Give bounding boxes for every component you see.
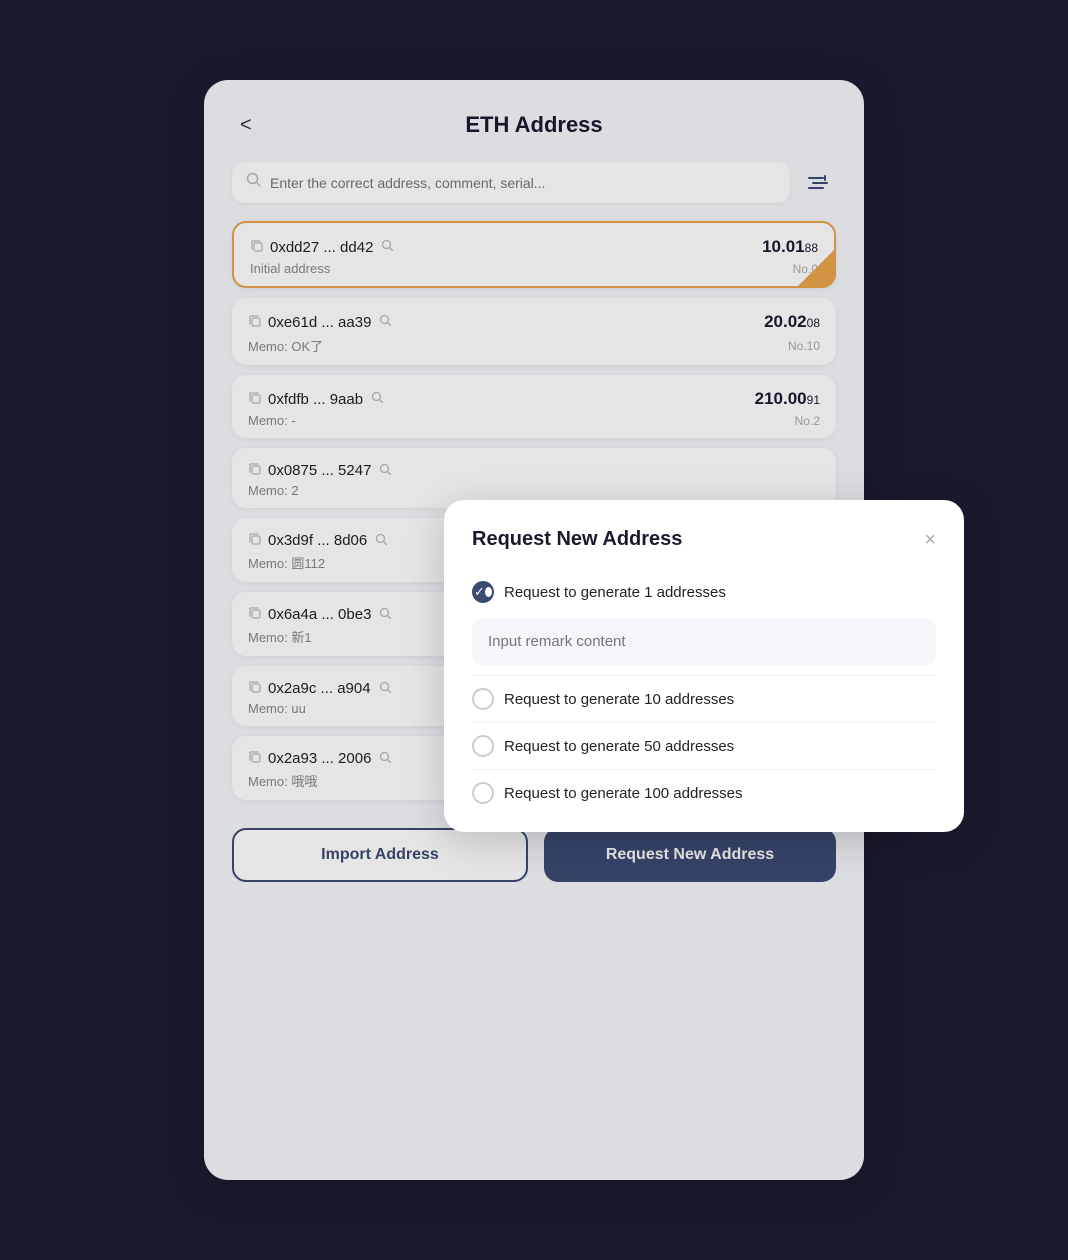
radio-label: Request to generate 50 addresses (504, 738, 734, 755)
request-new-address-modal: Request New Address × ✓ Request to gener… (444, 500, 964, 832)
radio-label: Request to generate 100 addresses (504, 785, 743, 802)
remark-input[interactable] (488, 633, 920, 650)
radio-option-3[interactable]: Request to generate 100 addresses (472, 774, 936, 812)
radio-option[interactable]: Request to generate 50 addresses (472, 722, 936, 765)
radio-circle: ✓ (472, 581, 494, 603)
radio-option[interactable]: Request to generate 100 addresses (472, 769, 936, 812)
modal-options: ✓ Request to generate 1 addresses Reques… (472, 573, 936, 812)
modal-title: Request New Address (472, 528, 682, 551)
radio-label: Request to generate 10 addresses (504, 691, 734, 708)
radio-option[interactable]: Request to generate 10 addresses (472, 675, 936, 718)
radio-option[interactable]: ✓ Request to generate 1 addresses (472, 573, 936, 665)
radio-circle (472, 688, 494, 710)
divider (472, 769, 936, 770)
divider (472, 722, 936, 723)
modal-header: Request New Address × (472, 528, 936, 551)
radio-option-0[interactable]: ✓ Request to generate 1 addresses (472, 573, 936, 611)
divider (472, 675, 936, 676)
main-card: < ETH Address 0xdd27 ... (204, 80, 864, 1180)
radio-label: Request to generate 1 addresses (504, 584, 726, 601)
radio-circle (472, 735, 494, 757)
check-icon: ✓ (474, 584, 485, 600)
modal-close-button[interactable]: × (924, 530, 936, 550)
radio-circle (472, 782, 494, 804)
radio-option-1[interactable]: Request to generate 10 addresses (472, 680, 936, 718)
radio-option-2[interactable]: Request to generate 50 addresses (472, 727, 936, 765)
